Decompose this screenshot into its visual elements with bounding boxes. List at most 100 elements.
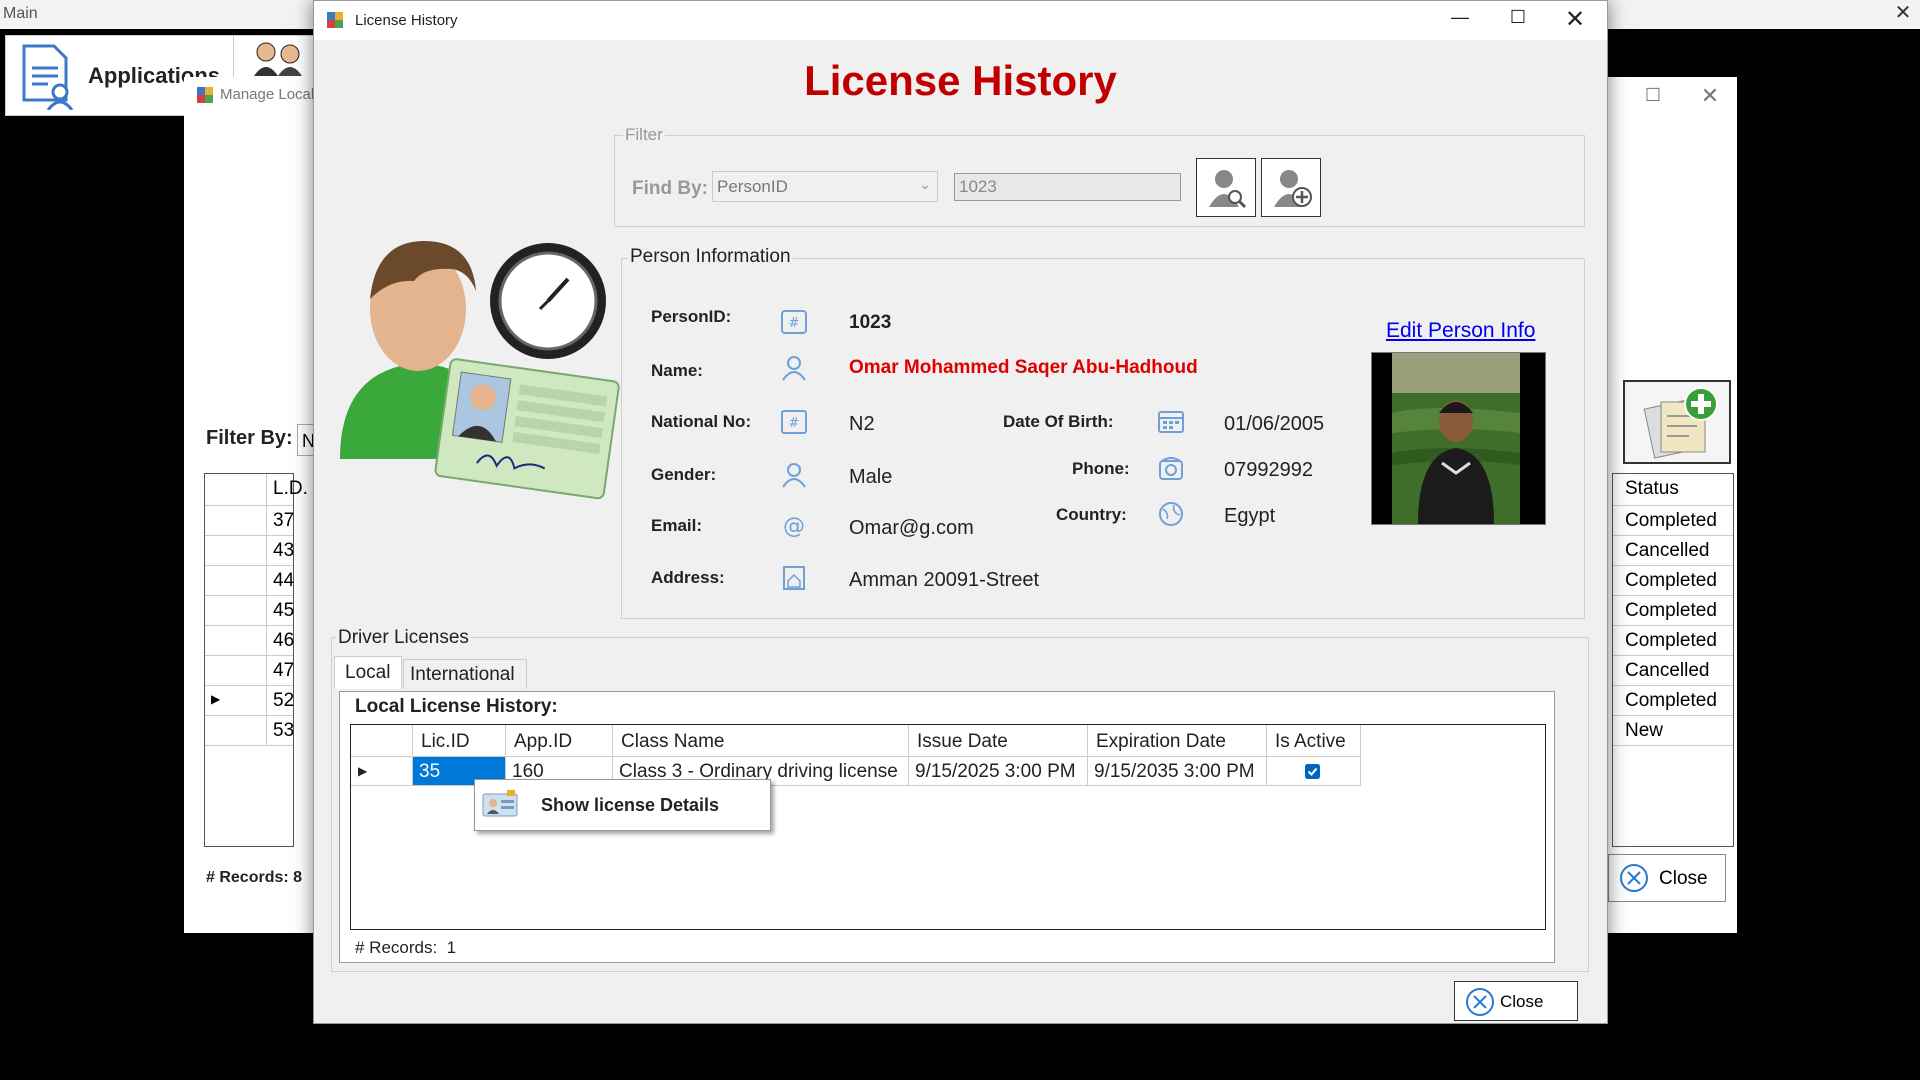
manage-filter-label: Filter By: xyxy=(206,427,293,449)
checkbox-checked-icon[interactable] xyxy=(1305,764,1320,779)
table-cell: 37 xyxy=(273,510,295,531)
context-menu-item-show-license-details[interactable]: Show license Details xyxy=(477,782,768,828)
email-value: Omar@g.com xyxy=(849,517,974,539)
manage-status-column[interactable]: Status Completed Cancelled Completed Com… xyxy=(1612,473,1734,847)
maximize-icon[interactable]: ☐ xyxy=(1506,7,1530,31)
manage-close-button[interactable]: Close xyxy=(1608,854,1726,902)
close-icon[interactable]: ✕ xyxy=(1563,5,1587,33)
tab-local[interactable]: Local xyxy=(334,656,402,689)
table-cell: 47 xyxy=(273,660,295,681)
search-person-button[interactable] xyxy=(1196,158,1256,217)
table-row[interactable]: 53 xyxy=(205,716,295,746)
column-header-app-id[interactable]: App.ID xyxy=(506,725,613,757)
dob-label: Date Of Birth: xyxy=(1003,412,1114,431)
person-icon xyxy=(782,356,806,381)
row-indicator-icon: ▶ xyxy=(358,764,368,778)
person-photo xyxy=(1371,352,1546,525)
person-information-group: Person Information PersonID: # 1023 Name… xyxy=(621,246,1585,619)
national-no-value: N2 xyxy=(849,413,875,435)
people-icon xyxy=(254,42,302,76)
close-circle-icon xyxy=(1620,864,1648,892)
calendar-icon xyxy=(1158,411,1184,433)
column-header-lic-id[interactable]: Lic.ID xyxy=(413,725,506,757)
dob-value: 01/06/2005 xyxy=(1224,413,1325,435)
manage-records-label: # Records: 8 xyxy=(206,869,303,886)
column-header-expiration-date[interactable]: Expiration Date xyxy=(1088,725,1267,757)
phone-label: Phone: xyxy=(1072,459,1130,478)
context-menu-label: Show license Details xyxy=(541,795,720,815)
table-cell: Cancelled xyxy=(1613,536,1733,566)
page-title: License History xyxy=(804,57,1117,104)
table-row[interactable]: 37 xyxy=(205,506,295,536)
driver-licenses-legend: Driver Licenses xyxy=(336,627,471,649)
globe-icon xyxy=(1159,502,1183,526)
address-value: Amman 20091-Street xyxy=(849,569,1040,591)
close-icon[interactable]: ✕ xyxy=(1700,83,1720,108)
column-header: Status xyxy=(1613,474,1733,506)
table-cell-expiration-date[interactable]: 9/15/2035 3:00 PM xyxy=(1088,757,1267,786)
add-person-button[interactable] xyxy=(1261,158,1321,217)
find-by-label: Find By: xyxy=(632,178,708,199)
person-id-label: PersonID: xyxy=(651,307,732,326)
column-header-is-active[interactable]: Is Active xyxy=(1267,725,1361,757)
table-cell: 44 xyxy=(273,570,295,591)
row-indicator-icon: ▶ xyxy=(211,692,221,706)
table-cell: 43 xyxy=(273,540,295,561)
edit-person-info-link[interactable]: Edit Person Info xyxy=(1386,319,1535,343)
address-icon xyxy=(783,566,805,590)
country-value: Egypt xyxy=(1224,505,1276,527)
context-menu: Show license Details xyxy=(474,779,771,831)
search-input[interactable]: 1023 xyxy=(954,173,1181,201)
table-cell: Completed xyxy=(1613,506,1733,536)
dialog-titlebar: License History — ☐ ✕ xyxy=(314,1,1607,40)
table-cell-is-active[interactable] xyxy=(1267,757,1361,786)
person-license-illustration xyxy=(340,241,620,500)
svg-text:#: # xyxy=(789,316,800,331)
add-application-button[interactable] xyxy=(1623,380,1731,464)
table-row[interactable]: ▶ 52 xyxy=(205,686,294,716)
gender-label: Gender: xyxy=(651,465,717,484)
close-label: Close xyxy=(1500,992,1544,1011)
gender-icon xyxy=(782,463,806,488)
main-window-title: Main xyxy=(3,5,38,22)
name-value: Omar Mohammed Saqer Abu-Hadhoud xyxy=(849,357,1198,378)
find-by-select[interactable]: PersonID ⌄ xyxy=(712,171,938,202)
window-app-icon xyxy=(197,87,213,103)
table-cell: Cancelled xyxy=(1613,656,1733,686)
tab-international[interactable]: International xyxy=(403,659,527,689)
country-label: Country: xyxy=(1056,505,1127,524)
table-cell: 53 xyxy=(273,720,295,741)
table-cell: 45 xyxy=(273,600,295,621)
table-row[interactable]: 46 xyxy=(205,626,294,656)
close-button[interactable]: Close xyxy=(1454,981,1578,1021)
table-cell: Completed xyxy=(1613,566,1733,596)
table-row[interactable]: 45 xyxy=(205,596,295,626)
person-search-icon xyxy=(1209,170,1247,209)
email-icon: @ xyxy=(783,514,805,539)
column-header: L.D. xyxy=(273,478,308,499)
email-label: Email: xyxy=(651,516,703,535)
column-header-class-name[interactable]: Class Name xyxy=(613,725,909,757)
phone-icon xyxy=(1159,457,1183,480)
table-row[interactable]: 43 xyxy=(205,536,295,566)
applications-icon xyxy=(22,44,74,110)
maximize-icon[interactable]: ☐ xyxy=(1643,85,1663,105)
minimize-icon[interactable]: — xyxy=(1448,7,1472,31)
records-label: # Records: 1 xyxy=(355,938,456,958)
address-label: Address: xyxy=(651,568,725,587)
person-id-value: 1023 xyxy=(849,312,892,333)
table-row[interactable]: 44 xyxy=(205,566,295,596)
table-cell-issue-date[interactable]: 9/15/2025 3:00 PM xyxy=(909,757,1088,786)
table-cell: Completed xyxy=(1613,686,1733,716)
manage-local-title: Manage Local xyxy=(220,86,315,103)
manage-applications-grid[interactable]: L.D. 37 43 44 45 46 47 ▶ 52 53 xyxy=(204,473,308,847)
row-selector[interactable]: ▶ xyxy=(351,757,413,786)
find-by-value: PersonID xyxy=(717,177,788,196)
person-add-icon xyxy=(1274,170,1312,207)
column-header-issue-date[interactable]: Issue Date xyxy=(909,725,1088,757)
dialog-title: License History xyxy=(355,12,458,29)
filter-legend: Filter xyxy=(623,125,665,145)
main-close-icon[interactable]: ✕ xyxy=(1892,2,1914,24)
table-row[interactable]: 47 xyxy=(205,656,295,686)
national-number-icon: # xyxy=(781,410,807,434)
